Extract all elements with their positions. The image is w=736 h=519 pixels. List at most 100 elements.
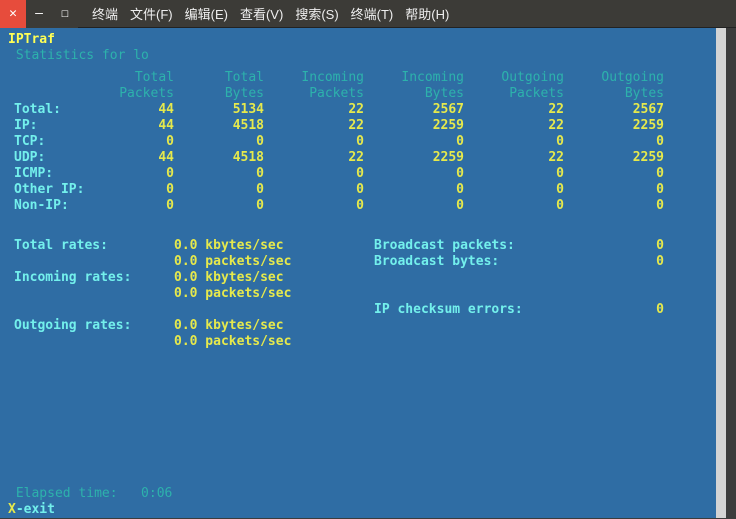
menu-bar: 终端 文件(F) 编辑(E) 查看(V) 搜索(S) 终端(T) 帮助(H) — [92, 4, 449, 23]
table-row: Total:445134222567222567 — [14, 102, 702, 118]
row-total-bytes: 0 — [174, 134, 264, 150]
stats-table: Total Total Incoming Incoming Outgoing O… — [0, 64, 716, 214]
row-label: UDP: — [14, 150, 104, 166]
table-header-row2: Packets Bytes Packets Bytes Packets Byte… — [14, 86, 702, 102]
col-incoming-bytes-2: Bytes — [364, 86, 464, 102]
broadcast-bytes-label: Broadcast bytes: — [374, 254, 614, 270]
menu-edit[interactable]: 编辑(E) — [185, 4, 228, 23]
row-total-bytes: 4518 — [174, 118, 264, 134]
close-icon[interactable]: ✕ — [0, 0, 26, 28]
row-total-bytes: 0 — [174, 182, 264, 198]
menu-search[interactable]: 搜索(S) — [295, 4, 338, 23]
table-header-row1: Total Total Incoming Incoming Outgoing O… — [14, 70, 702, 86]
col-outgoing-bytes-2: Bytes — [564, 86, 664, 102]
row-outgoing-bytes: 0 — [564, 198, 664, 214]
total-rates-pk: 0.0 packets/sec — [174, 254, 374, 270]
row-incoming-bytes: 2567 — [364, 102, 464, 118]
row-label: Non-IP: — [14, 198, 104, 214]
window-controls: ✕ — ☐ — [0, 0, 78, 27]
window-titlebar: ✕ — ☐ 终端 文件(F) 编辑(E) 查看(V) 搜索(S) 终端(T) 帮… — [0, 0, 736, 28]
table-row: UDP:444518222259222259 — [14, 150, 702, 166]
exit-label: -exit — [16, 502, 55, 517]
exit-hint[interactable]: X-exit — [8, 502, 55, 518]
row-label: ICMP: — [14, 166, 104, 182]
menu-terminal[interactable]: 终端(T) — [351, 4, 394, 23]
row-outgoing-bytes: 0 — [564, 166, 664, 182]
incoming-rates-label: Incoming rates: — [14, 270, 174, 286]
row-outgoing-packets: 0 — [464, 166, 564, 182]
rates-section: Total rates: 0.0 kbytes/sec Broadcast pa… — [0, 230, 716, 350]
checksum-errors-val: 0 — [614, 302, 674, 318]
col-outgoing-packets-1: Outgoing — [464, 70, 564, 86]
row-incoming-packets: 0 — [264, 134, 364, 150]
row-outgoing-packets: 22 — [464, 102, 564, 118]
menu-terminal-app[interactable]: 终端 — [92, 4, 118, 23]
row-label: TCP: — [14, 134, 104, 150]
outgoing-rates-pk: 0.0 packets/sec — [174, 334, 374, 350]
row-total-bytes: 0 — [174, 166, 264, 182]
row-incoming-packets: 22 — [264, 150, 364, 166]
row-outgoing-packets: 0 — [464, 134, 564, 150]
row-total-packets: 0 — [104, 182, 174, 198]
row-outgoing-packets: 22 — [464, 118, 564, 134]
exit-key: X — [8, 502, 16, 517]
row-total-packets: 0 — [104, 134, 174, 150]
incoming-rates-pk: 0.0 packets/sec — [174, 286, 374, 302]
app-title: IPTraf — [0, 32, 716, 48]
row-label: Total: — [14, 102, 104, 118]
row-total-packets: 0 — [104, 198, 174, 214]
col-outgoing-bytes-1: Outgoing — [564, 70, 664, 86]
outgoing-rates-label: Outgoing rates: — [14, 318, 174, 334]
row-incoming-packets: 0 — [264, 166, 364, 182]
col-total-packets-1: Total — [104, 70, 174, 86]
row-total-packets: 44 — [104, 118, 174, 134]
maximize-icon[interactable]: ☐ — [52, 0, 78, 28]
row-outgoing-packets: 0 — [464, 198, 564, 214]
col-total-bytes-2: Bytes — [174, 86, 264, 102]
menu-file[interactable]: 文件(F) — [130, 4, 173, 23]
table-row: Non-IP:000000 — [14, 198, 702, 214]
row-total-bytes: 5134 — [174, 102, 264, 118]
row-incoming-bytes: 0 — [364, 134, 464, 150]
row-outgoing-bytes: 2567 — [564, 102, 664, 118]
total-rates-label: Total rates: — [14, 238, 174, 254]
row-incoming-packets: 22 — [264, 102, 364, 118]
total-rates-kb: 0.0 kbytes/sec — [174, 238, 374, 254]
row-outgoing-bytes: 0 — [564, 134, 664, 150]
row-total-packets: 44 — [104, 102, 174, 118]
row-incoming-packets: 22 — [264, 118, 364, 134]
row-incoming-packets: 0 — [264, 182, 364, 198]
minimize-icon[interactable]: — — [26, 0, 52, 28]
row-label: IP: — [14, 118, 104, 134]
table-row: IP:444518222259222259 — [14, 118, 702, 134]
elapsed-time: Elapsed time: 0:06 — [8, 486, 180, 502]
row-outgoing-bytes: 2259 — [564, 118, 664, 134]
row-label: Other IP: — [14, 182, 104, 198]
row-total-bytes: 4518 — [174, 150, 264, 166]
row-incoming-bytes: 2259 — [364, 118, 464, 134]
row-outgoing-packets: 0 — [464, 182, 564, 198]
col-outgoing-packets-2: Packets — [464, 86, 564, 102]
broadcast-bytes-val: 0 — [614, 254, 674, 270]
terminal-viewport[interactable]: IPTraf Statistics for lo Total Total Inc… — [0, 28, 726, 518]
outgoing-rates-kb: 0.0 kbytes/sec — [174, 318, 374, 334]
row-outgoing-bytes: 2259 — [564, 150, 664, 166]
col-incoming-packets-2: Packets — [264, 86, 364, 102]
broadcast-packets-label: Broadcast packets: — [374, 238, 614, 254]
row-total-bytes: 0 — [174, 198, 264, 214]
menu-view[interactable]: 查看(V) — [240, 4, 283, 23]
row-incoming-bytes: 0 — [364, 182, 464, 198]
col-incoming-packets-1: Incoming — [264, 70, 364, 86]
row-incoming-bytes: 0 — [364, 198, 464, 214]
row-incoming-bytes: 2259 — [364, 150, 464, 166]
table-row: Other IP:000000 — [14, 182, 702, 198]
broadcast-packets-val: 0 — [614, 238, 674, 254]
checksum-errors-label: IP checksum errors: — [374, 302, 614, 318]
row-outgoing-bytes: 0 — [564, 182, 664, 198]
menu-help[interactable]: 帮助(H) — [405, 4, 449, 23]
col-total-bytes-1: Total — [174, 70, 264, 86]
row-outgoing-packets: 22 — [464, 150, 564, 166]
col-incoming-bytes-1: Incoming — [364, 70, 464, 86]
row-total-packets: 0 — [104, 166, 174, 182]
section-title: Statistics for lo — [0, 48, 716, 64]
